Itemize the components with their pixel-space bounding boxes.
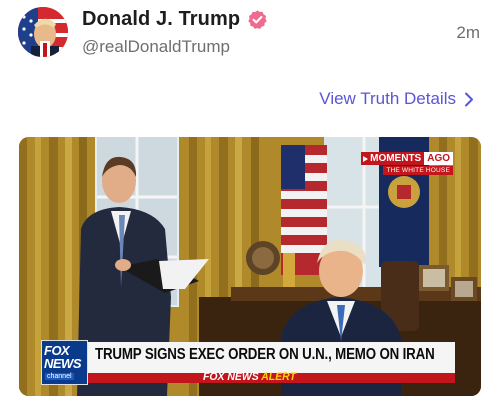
avatar-image xyxy=(18,7,68,57)
moments-label: MOMENTS xyxy=(361,152,425,165)
user-handle[interactable]: @realDonaldTrump xyxy=(82,37,230,57)
fox-news-logo: FOX NEWS channel xyxy=(41,340,88,385)
alert-label: ALERT xyxy=(261,371,296,383)
video-media[interactable]: MOMENTS AGO THE WHITE HOUSE TRUMP SIGNS … xyxy=(19,137,481,396)
source-label: THE WHITE HOUSE xyxy=(383,166,453,175)
alert-bar: FOX NEWS ALERT xyxy=(41,371,455,383)
display-name[interactable]: Donald J. Trump xyxy=(82,8,240,31)
avatar[interactable] xyxy=(18,7,68,57)
alert-brand: FOX NEWS xyxy=(203,371,259,383)
headline-text: TRUMP SIGNS EXEC ORDER ON U.N., MEMO ON … xyxy=(95,346,435,363)
fox-logo-line3: channel xyxy=(45,373,74,380)
play-icon xyxy=(363,155,369,162)
verified-badge-icon xyxy=(247,9,268,30)
chevron-right-icon xyxy=(465,92,473,106)
ago-label: AGO xyxy=(424,152,453,165)
view-truth-details-link[interactable]: View Truth Details xyxy=(319,89,474,109)
post-timestamp: 2m xyxy=(456,23,480,42)
view-truth-details-label: View Truth Details xyxy=(319,89,456,108)
alert-text: FOX NEWS ALERT xyxy=(203,371,296,383)
fox-logo-line2: NEWS xyxy=(44,356,82,371)
headline-chyron: TRUMP SIGNS EXEC ORDER ON U.N., MEMO ON … xyxy=(41,342,455,373)
moments-ago-badge: MOMENTS AGO xyxy=(361,152,453,165)
author-name-row[interactable]: Donald J. Trump xyxy=(82,8,268,31)
